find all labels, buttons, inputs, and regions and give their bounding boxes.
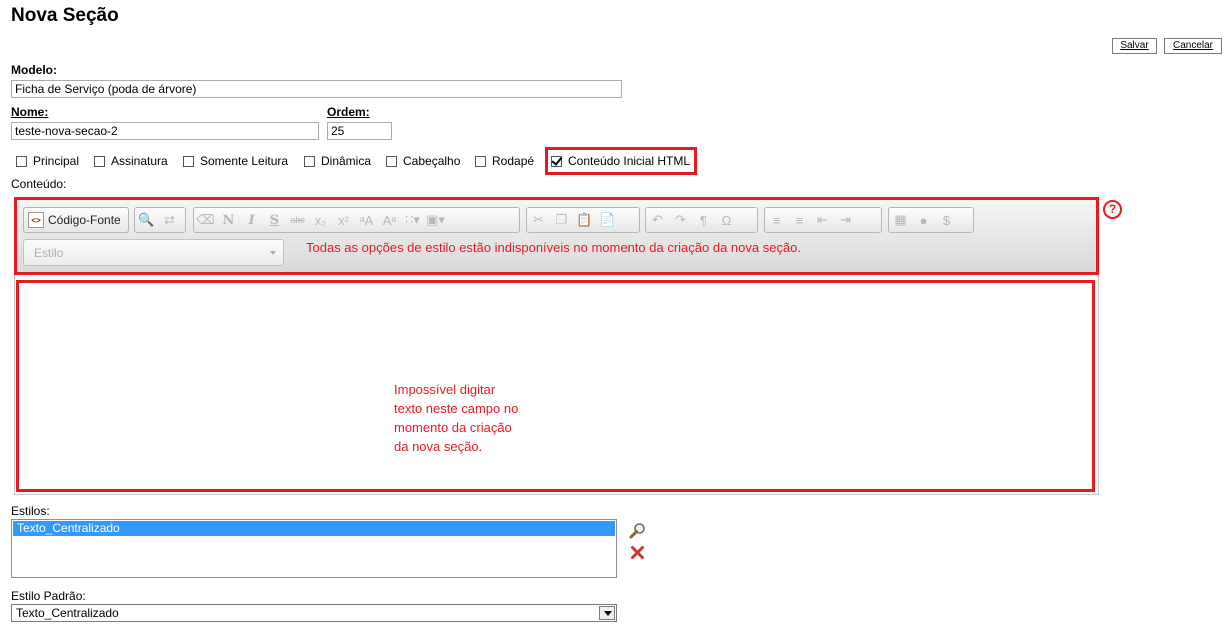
checkbox-label: Cabeçalho	[403, 154, 461, 168]
checkbox-box[interactable]	[475, 155, 486, 167]
annotation-highlight-toolbar	[14, 197, 1099, 275]
cancel-button[interactable]: Cancelar	[1164, 38, 1222, 54]
checkbox-principal[interactable]: Principal	[16, 153, 79, 169]
checkbox-box[interactable]	[183, 155, 194, 167]
styles-listbox[interactable]: Texto_Centralizado	[11, 519, 617, 578]
editor-content-area[interactable]	[16, 280, 1095, 492]
checkbox-box[interactable]	[304, 155, 315, 167]
magnifier-icon[interactable]	[629, 522, 647, 540]
styles-label: Estilos:	[11, 504, 50, 518]
checkbox-label: Rodapé	[492, 154, 535, 168]
content-annotation-line: Impossível digitar	[394, 382, 496, 397]
content-annotation-line: texto neste campo no	[394, 401, 519, 416]
checkbox-somente-leitura[interactable]: Somente Leitura	[183, 153, 288, 169]
checkbox-label: Assinatura	[111, 154, 168, 168]
modelo-label: Modelo:	[11, 63, 57, 77]
default-style-value: Texto_Centralizado	[16, 606, 119, 620]
checkbox-box[interactable]	[386, 155, 397, 167]
checkbox-assinatura[interactable]: Assinatura	[94, 153, 168, 169]
checkbox-conteudo-inicial-html[interactable]: Conteúdo Inicial HTML	[551, 153, 690, 169]
nome-label: Nome:	[11, 105, 49, 119]
checkbox-box[interactable]	[551, 155, 562, 167]
checkbox-label: Somente Leitura	[200, 154, 289, 168]
list-item[interactable]: Texto_Centralizado	[13, 521, 615, 536]
conteudo-label: Conteúdo:	[11, 177, 67, 191]
help-icon[interactable]: ?	[1103, 200, 1122, 219]
default-style-select[interactable]: Texto_Centralizado	[11, 604, 617, 622]
checkbox-box[interactable]	[94, 155, 105, 167]
checkbox-label: Conteúdo Inicial HTML	[568, 154, 691, 168]
page-title: Nova Seção	[11, 5, 119, 26]
checkbox-label: Principal	[33, 154, 80, 168]
checkbox-dinamica[interactable]: Dinâmica	[304, 153, 371, 169]
checkbox-rodape[interactable]: Rodapé	[475, 153, 534, 169]
content-annotation-line: da nova seção.	[394, 439, 483, 454]
content-annotation: Impossível digitar texto neste campo no …	[394, 380, 518, 456]
ordem-label: Ordem:	[327, 105, 370, 119]
checkbox-cabecalho[interactable]: Cabeçalho	[386, 153, 460, 169]
checkbox-box[interactable]	[16, 155, 27, 167]
nome-field[interactable]: teste-nova-secao-2	[11, 122, 319, 140]
delete-icon[interactable]	[630, 545, 645, 560]
chevron-down-icon[interactable]	[599, 606, 615, 620]
modelo-field[interactable]: Ficha de Serviço (poda de árvore)	[11, 80, 622, 98]
ordem-field[interactable]: 25	[327, 122, 392, 140]
content-annotation-line: momento da criação	[394, 420, 512, 435]
default-style-label: Estilo Padrão:	[11, 589, 86, 603]
save-button[interactable]: Salvar	[1112, 38, 1157, 54]
checkbox-label: Dinâmica	[321, 154, 372, 168]
